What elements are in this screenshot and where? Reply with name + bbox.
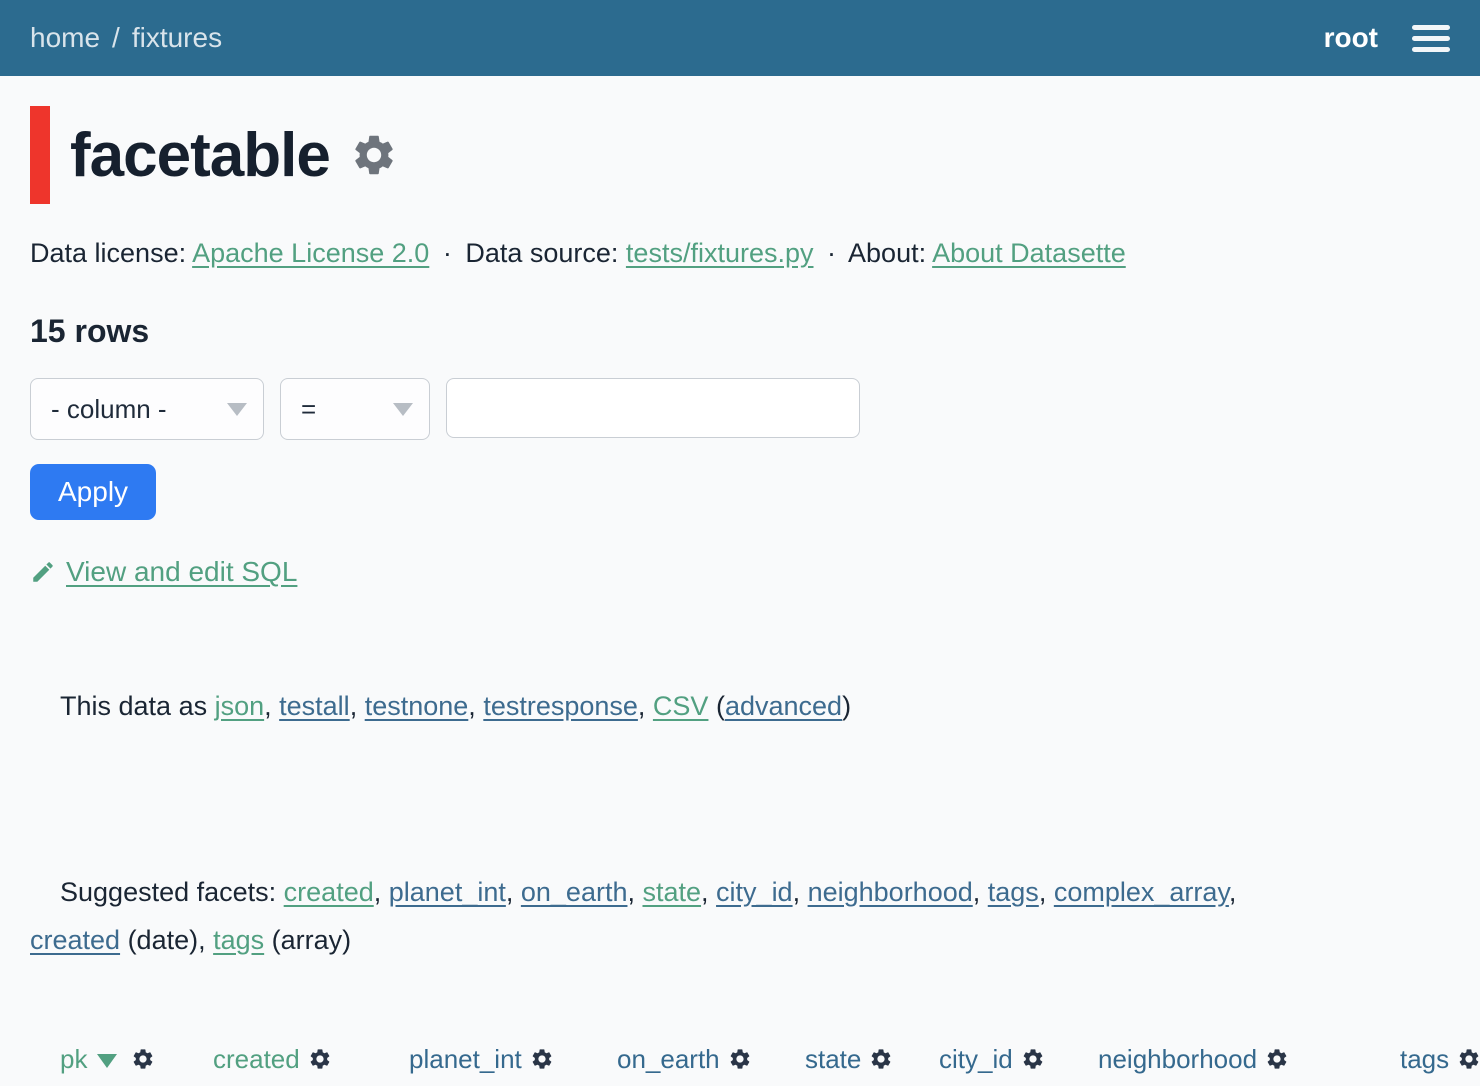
facet-link-tags[interactable]: tags [988, 877, 1039, 907]
title-accent-bar [30, 106, 50, 204]
column-gear-icon[interactable] [1265, 1047, 1289, 1078]
pencil-icon [30, 559, 56, 585]
filter-controls: - column - = [30, 378, 1450, 440]
export-link-testall[interactable]: testall [279, 691, 350, 721]
column-sort-link-tags[interactable]: tags [1400, 1044, 1449, 1074]
export-link-advanced[interactable]: advanced [725, 691, 842, 721]
operator-select-value: = [301, 394, 316, 425]
page-title: facetable [70, 120, 330, 191]
facet-link-neighborhood[interactable]: neighborhood [808, 877, 973, 907]
filter-value-input[interactable] [446, 378, 860, 438]
list-separator: , [793, 877, 808, 907]
export-link-testnone[interactable]: testnone [365, 691, 469, 721]
list-separator: ) [842, 691, 851, 721]
license-link[interactable]: Apache License 2.0 [192, 238, 429, 268]
view-edit-sql-link[interactable]: View and edit SQL [66, 556, 297, 588]
column-sort-link-on_earth[interactable]: on_earth [617, 1044, 720, 1074]
facets-prefix: Suggested facets: [60, 877, 284, 907]
list-separator: , [1229, 877, 1237, 907]
column-header-pk: pk [50, 1038, 203, 1086]
results-table: pk created planet_int on_earth state city_id n… [50, 1038, 1480, 1086]
hamburger-menu-icon[interactable] [1412, 25, 1450, 52]
column-gear-icon[interactable] [728, 1047, 752, 1078]
column-select-value: - column - [51, 394, 167, 425]
list-separator: , [350, 691, 365, 721]
list-separator: (date), [120, 925, 213, 955]
column-header-tags: tags [1390, 1038, 1480, 1086]
operator-select[interactable]: = [280, 378, 430, 440]
facet-link-complex_array[interactable]: complex_array [1054, 877, 1229, 907]
list-separator: , [1039, 877, 1054, 907]
column-header-planet_int: planet_int [399, 1038, 607, 1086]
breadcrumb-fixtures-link[interactable]: fixtures [132, 22, 222, 54]
page-title-row: facetable [30, 106, 1450, 204]
list-separator: (array) [264, 925, 351, 955]
apply-button[interactable]: Apply [30, 464, 156, 520]
column-sort-link-pk[interactable]: pk [60, 1044, 87, 1074]
column-gear-icon[interactable] [131, 1047, 155, 1078]
column-select[interactable]: - column - [30, 378, 264, 440]
export-link-testresponse[interactable]: testresponse [483, 691, 638, 721]
sort-descending-icon [97, 1054, 117, 1068]
row-count-heading: 15 rows [30, 313, 1450, 350]
about-label: About: [848, 238, 926, 268]
column-gear-icon[interactable] [869, 1047, 893, 1078]
column-gear-icon[interactable] [1457, 1047, 1480, 1078]
column-header-on_earth: on_earth [607, 1038, 795, 1086]
facet-link-created[interactable]: created [284, 877, 374, 907]
metadata-dot: · [443, 238, 452, 268]
chevron-down-icon [227, 403, 247, 416]
export-prefix: This data as [60, 691, 215, 721]
list-separator: ( [708, 691, 725, 721]
metadata-dot: · [827, 238, 836, 268]
list-separator: , [627, 877, 642, 907]
source-label: Data source: [465, 238, 618, 268]
column-gear-icon[interactable] [308, 1047, 332, 1078]
facet-link-on_earth[interactable]: on_earth [521, 877, 628, 907]
column-sort-link-created[interactable]: created [213, 1044, 300, 1074]
top-navigation-bar: home / fixtures root [0, 0, 1480, 76]
breadcrumb: home / fixtures [30, 22, 222, 54]
list-separator: , [468, 691, 483, 721]
column-header-neighborhood: neighborhood [1088, 1038, 1390, 1086]
export-links-row: This data as json, testall, testnone, te… [30, 634, 1450, 778]
sql-link-row: View and edit SQL [30, 556, 1450, 588]
export-link-json[interactable]: json [215, 691, 265, 721]
column-gear-icon[interactable] [530, 1047, 554, 1078]
column-sort-link-city_id[interactable]: city_id [939, 1044, 1013, 1074]
column-header-created: created [203, 1038, 399, 1086]
table-gear-icon[interactable] [350, 131, 398, 179]
chevron-down-icon [393, 403, 413, 416]
metadata-line: Data license: Apache License 2.0 · Data … [30, 238, 1450, 269]
facet-link-created[interactable]: created [30, 925, 120, 955]
breadcrumb-home-link[interactable]: home [30, 22, 100, 54]
facet-link-tags[interactable]: tags [213, 925, 264, 955]
list-separator: , [506, 877, 521, 907]
export-link-CSV[interactable]: CSV [653, 691, 709, 721]
column-sort-link-neighborhood[interactable]: neighborhood [1098, 1044, 1257, 1074]
suggested-facets-row: Suggested facets: created, planet_int, o… [30, 820, 1450, 1012]
column-header-state: state [795, 1038, 929, 1086]
license-label: Data license: [30, 238, 186, 268]
list-separator: , [701, 877, 716, 907]
table-header-row: pk created planet_int on_earth state city_id n… [50, 1038, 1480, 1086]
column-sort-link-planet_int[interactable]: planet_int [409, 1044, 522, 1074]
facet-link-planet_int[interactable]: planet_int [389, 877, 506, 907]
list-separator: , [638, 691, 653, 721]
list-separator: , [973, 877, 988, 907]
column-header-city_id: city_id [929, 1038, 1088, 1086]
about-link[interactable]: About Datasette [932, 238, 1126, 268]
facet-link-state[interactable]: state [642, 877, 701, 907]
facet-link-city_id[interactable]: city_id [716, 877, 793, 907]
column-gear-icon[interactable] [1021, 1047, 1045, 1078]
column-sort-link-state[interactable]: state [805, 1044, 861, 1074]
list-separator: , [264, 691, 279, 721]
breadcrumb-separator: / [112, 22, 120, 54]
logged-in-user-label[interactable]: root [1324, 22, 1378, 54]
list-separator: , [374, 877, 389, 907]
source-link[interactable]: tests/fixtures.py [626, 238, 814, 268]
